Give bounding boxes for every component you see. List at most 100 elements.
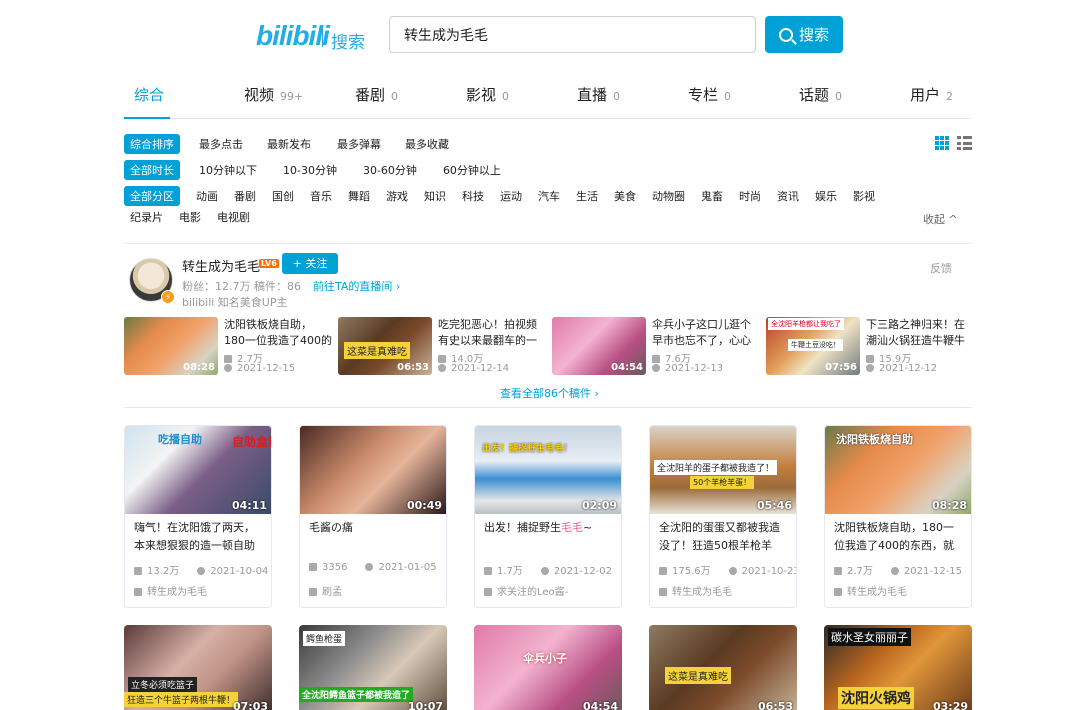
filter-zone-item[interactable]: 知识	[424, 188, 446, 204]
level-badge: LV6	[259, 259, 279, 268]
filter-zone-item[interactable]: 资讯	[777, 188, 799, 204]
filter-zone-item[interactable]: 时尚	[739, 188, 761, 204]
user-name[interactable]: 转生成为毛毛	[182, 256, 260, 275]
uploader[interactable]: 刷孟	[309, 583, 342, 598]
follow-button[interactable]: + 关注	[282, 253, 338, 274]
uploader[interactable]: 转生成为毛毛	[134, 583, 207, 598]
filter-order-newest[interactable]: 最新发布	[267, 136, 311, 152]
filter-zone-item[interactable]: 鬼畜	[701, 188, 723, 204]
video-duration: 06:53	[397, 362, 429, 373]
feedback-link[interactable]: 反馈	[930, 260, 952, 276]
filter-zone-item[interactable]: 影视	[853, 188, 875, 204]
video-thumbnail[interactable]: 08:28	[124, 317, 218, 375]
uploader-name: 转生成为毛毛	[147, 587, 207, 598]
filter-zone-item[interactable]: 游戏	[386, 188, 408, 204]
video-meta: 3356 2021-01-05	[309, 562, 437, 573]
date-text: 2021-10-04	[210, 566, 269, 577]
filter-zone-item[interactable]: 科技	[462, 188, 484, 204]
filter-zone-item[interactable]: 汽车	[538, 188, 560, 204]
video-thumbnail[interactable]: 04:54	[552, 317, 646, 375]
tab-label: 专栏	[688, 86, 719, 104]
filter-duration-10-30[interactable]: 10-30分钟	[283, 162, 337, 178]
filter-zone-item[interactable]: 电影	[179, 209, 201, 225]
tab-user[interactable]: 用户 2	[910, 84, 953, 105]
clock-icon	[197, 567, 206, 575]
uploader[interactable]: 转生成为毛毛	[659, 583, 732, 598]
filter-zone-item[interactable]: 美食	[614, 188, 636, 204]
filter-zone-item[interactable]: 国创	[272, 188, 294, 204]
video-card[interactable]: 00:49 毛酱の痛 3356 2021-01-05 刷孟	[299, 425, 447, 608]
filter-zone-item[interactable]: 生活	[576, 188, 598, 204]
user-video-item[interactable]: 这菜是真难吃 06:53 吃完犯恶心！拍视频有史以来最翻车的一回！ 14.0万 …	[338, 317, 546, 375]
video-title[interactable]: 嗨气！在沈阳饿了两天，本来想狠狠的造一顿自助盒	[134, 519, 264, 555]
filter-zone-item[interactable]: 纪录片	[130, 209, 163, 225]
filter-order-clicks[interactable]: 最多点击	[199, 136, 243, 152]
live-room-link[interactable]: 前往TA的直播间 ›	[313, 280, 400, 293]
video-card[interactable]: 出发！捕捉野生毛毛！ 02:09 出发！捕捉野生毛毛~ 1.7万 2021-12-…	[474, 425, 622, 608]
video-title[interactable]: 伞兵小子这口儿逛个早市也忘不了，心心念...	[652, 317, 760, 349]
tab-article[interactable]: 专栏 0	[688, 84, 731, 105]
video-thumbnail[interactable]: 吃播自助 自助盒饭 04:11	[125, 426, 271, 514]
search-input[interactable]: 转生成为毛毛	[389, 16, 756, 53]
filter-duration-30-60[interactable]: 30-60分钟	[363, 162, 417, 178]
video-thumbnail[interactable]: 伞兵小子 04:54	[474, 625, 622, 710]
filter-zone-item[interactable]: 动画	[196, 188, 218, 204]
user-video-item[interactable]: 08:28 沈阳铁板烧自助，180一位我造了400的东... 2.7万 2021…	[124, 317, 332, 375]
filter-duration-all[interactable]: 全部时长	[124, 160, 180, 180]
video-title[interactable]: 下三路之神归来！在潮汕火锅狂造牛鞭牛蛋...	[866, 317, 974, 349]
bilibili-logo[interactable]: bilibili	[256, 20, 330, 52]
filter-duration-over60[interactable]: 60分钟以上	[443, 162, 501, 178]
section-divider	[124, 243, 972, 244]
view-all-videos-link[interactable]: 查看全部86个稿件 ›	[500, 385, 599, 401]
uploader[interactable]: 转生成为毛毛	[834, 583, 907, 598]
search-button[interactable]: 搜索	[765, 16, 843, 53]
filter-zone-item[interactable]: 电视剧	[217, 209, 250, 225]
list-view-icon[interactable]	[957, 136, 972, 150]
video-card[interactable]: 沈阳铁板烧自助 08:28 沈阳铁板烧自助，180一位我造了400的东西，就是带…	[824, 425, 972, 608]
video-title[interactable]: 出发！捕捉野生毛毛~	[484, 519, 614, 555]
tab-bangumi[interactable]: 番剧 0	[355, 84, 398, 105]
title-text: 毛酱の痛	[309, 521, 353, 534]
filter-zone-item[interactable]: 动物圈	[652, 188, 685, 204]
uploader[interactable]: 求关注的Leo酱-	[484, 583, 568, 598]
video-date: 2021-12-12	[866, 363, 937, 374]
grid-view-icon[interactable]	[935, 136, 949, 150]
filter-zone-item[interactable]: 娱乐	[815, 188, 837, 204]
filter-order-favorites[interactable]: 最多收藏	[405, 136, 449, 152]
video-thumbnail[interactable]: 碳水圣女丽丽子 沈阳火锅鸡 03:29	[824, 625, 972, 710]
video-thumbnail[interactable]: 这菜是真难吃 06:53	[338, 317, 432, 375]
video-thumbnail[interactable]: 沈阳铁板烧自助 08:28	[825, 426, 971, 514]
video-thumbnail[interactable]: 全沈阳羊枪都让我吃了 牛鞭土豆没吃！ 07:56	[766, 317, 860, 375]
video-title[interactable]: 沈阳铁板烧自助，180一位我造了400的东西，就是带	[834, 519, 964, 555]
user-video-item[interactable]: 04:54 伞兵小子这口儿逛个早市也忘不了，心心念... 7.6万 2021-1…	[552, 317, 760, 375]
uploader-icon	[309, 588, 317, 596]
video-thumbnail[interactable]: 立冬必须吃篮子 狂造三个牛篮子两根牛鞭！ 07:03	[124, 625, 272, 710]
video-thumbnail[interactable]: 00:49	[300, 426, 446, 514]
filter-zone-item[interactable]: 音乐	[310, 188, 332, 204]
filter-order-default[interactable]: 综合排序	[124, 134, 180, 154]
tab-topic[interactable]: 话题 0	[799, 84, 842, 105]
video-title[interactable]: 沈阳铁板烧自助，180一位我造了400的东...	[224, 317, 332, 349]
filter-zone-item[interactable]: 舞蹈	[348, 188, 370, 204]
collapse-filters-button[interactable]: 收起 ^	[923, 211, 958, 227]
video-thumbnail[interactable]: 这菜是真难吃 06:53	[649, 625, 797, 710]
video-thumbnail[interactable]: 鳄鱼枪蛋 全沈阳鳄鱼篮子都被我造了 10:07	[299, 625, 447, 710]
video-thumbnail[interactable]: 全沈阳羊的蛋子都被我造了！ 50个羊枪羊蛋！ 05:46	[650, 426, 796, 514]
user-video-item[interactable]: 全沈阳羊枪都让我吃了 牛鞭土豆没吃！ 07:56 下三路之神归来！在潮汕火锅狂造…	[766, 317, 974, 375]
play-count-icon	[652, 355, 660, 363]
tab-live[interactable]: 直播 0	[577, 84, 620, 105]
video-card[interactable]: 吃播自助 自助盒饭 04:11 嗨气！在沈阳饿了两天，本来想狠狠的造一顿自助盒 …	[124, 425, 272, 608]
video-title[interactable]: 全沈阳的蛋蛋又都被我造没了！狂造50根羊枪羊蛋，	[659, 519, 789, 555]
filter-zone-item[interactable]: 番剧	[234, 188, 256, 204]
filter-duration-under10[interactable]: 10分钟以下	[199, 162, 257, 178]
video-thumbnail[interactable]: 出发！捕捉野生毛毛！ 02:09	[475, 426, 621, 514]
tab-all[interactable]: 综合	[134, 84, 164, 105]
filter-zone-all[interactable]: 全部分区	[124, 186, 180, 206]
video-title[interactable]: 毛酱の痛	[309, 519, 439, 555]
video-card[interactable]: 全沈阳羊的蛋子都被我造了！ 50个羊枪羊蛋！ 05:46 全沈阳的蛋蛋又都被我造…	[649, 425, 797, 608]
tab-movie[interactable]: 影视 0	[466, 84, 509, 105]
filter-order-danmaku[interactable]: 最多弹幕	[337, 136, 381, 152]
video-title[interactable]: 吃完犯恶心！拍视频有史以来最翻车的一回！	[438, 317, 546, 349]
tab-video[interactable]: 视频 99+	[244, 84, 303, 105]
filter-zone-item[interactable]: 运动	[500, 188, 522, 204]
